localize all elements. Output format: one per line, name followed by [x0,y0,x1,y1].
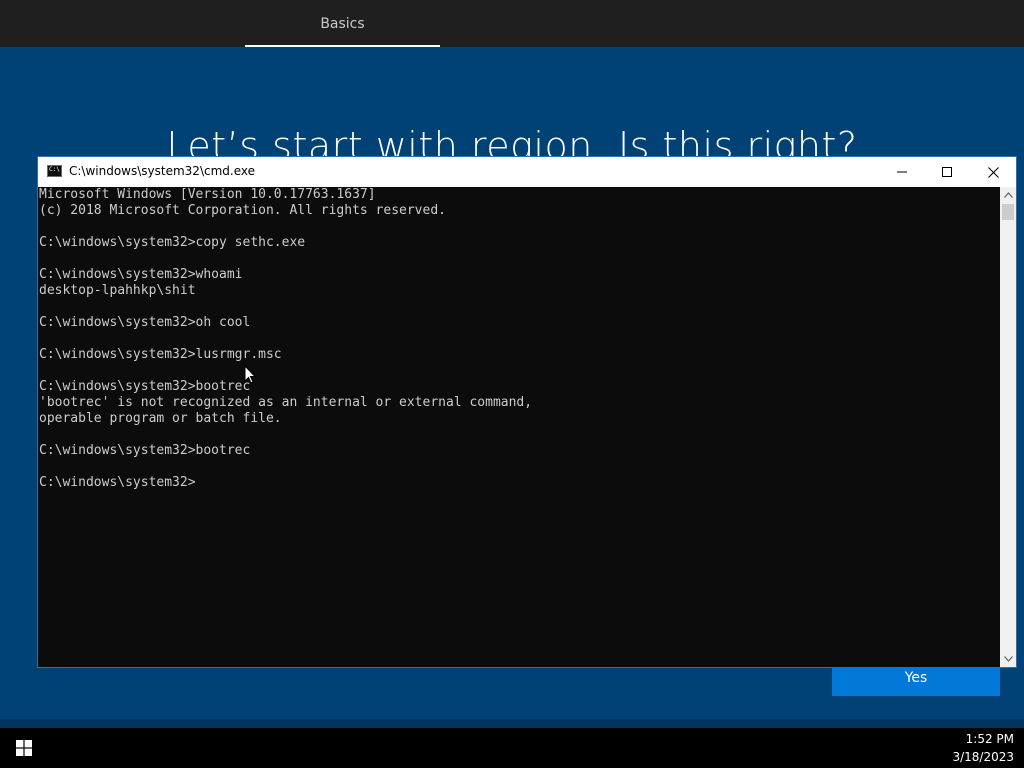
console-line: (c) 2018 Microsoft Corporation. All righ… [39,203,446,218]
minimize-button[interactable] [879,157,925,187]
console-line: C:\windows\system32> [39,475,196,490]
close-button[interactable] [970,157,1016,187]
mouse-pointer-icon [244,365,256,384]
console-line: C:\windows\system32>bootrec [39,379,251,394]
cmd-window-title: C:\windows\system32\cmd.exe [69,164,255,178]
cmd-app-icon[interactable] [47,165,62,177]
tab-basics[interactable]: Basics [245,0,440,47]
console-line: desktop-lpahhkp\shit [39,283,196,298]
scrollbar-thumb[interactable] [1002,204,1014,220]
clock-time: 1:52 PM [965,732,1014,746]
taskbar: 1:52 PM 3/18/2023 [0,728,1024,768]
cmd-window[interactable]: C:\windows\system32\cmd.exe Microsoft Wi… [38,157,1016,667]
scroll-up-button[interactable] [1000,187,1016,203]
chevron-down-icon [1003,656,1013,662]
oobe-top-bar: Basics [0,0,1024,47]
maximize-icon [942,167,952,177]
vertical-scrollbar[interactable] [1000,187,1016,667]
console-line: C:\windows\system32>whoami [39,267,243,282]
maximize-button[interactable] [924,157,970,187]
chevron-up-icon [1003,192,1013,198]
console-line: 'bootrec' is not recognized as an intern… [39,395,533,410]
console-line: C:\windows\system32>bootrec [39,443,251,458]
console-line: C:\windows\system32>lusrmgr.msc [39,347,282,362]
cmd-titlebar[interactable]: C:\windows\system32\cmd.exe [38,157,1016,187]
close-icon [987,166,999,178]
scroll-down-button[interactable] [1000,651,1016,667]
oobe-bottom-band [0,719,1024,728]
console-line: operable program or batch file. [39,411,282,426]
console-line: Microsoft Windows [Version 10.0.17763.16… [39,187,376,202]
minimize-icon [897,171,907,173]
taskbar-clock[interactable]: 1:52 PM 3/18/2023 [924,730,1014,766]
console-line: C:\windows\system32>oh cool [39,315,251,330]
console-line: C:\windows\system32>copy sethc.exe [39,235,306,250]
console-output[interactable]: Microsoft Windows [Version 10.0.17763.16… [38,187,1000,667]
clock-date: 3/18/2023 [952,750,1014,764]
start-button[interactable] [0,728,48,768]
windows-logo-icon [16,740,32,756]
